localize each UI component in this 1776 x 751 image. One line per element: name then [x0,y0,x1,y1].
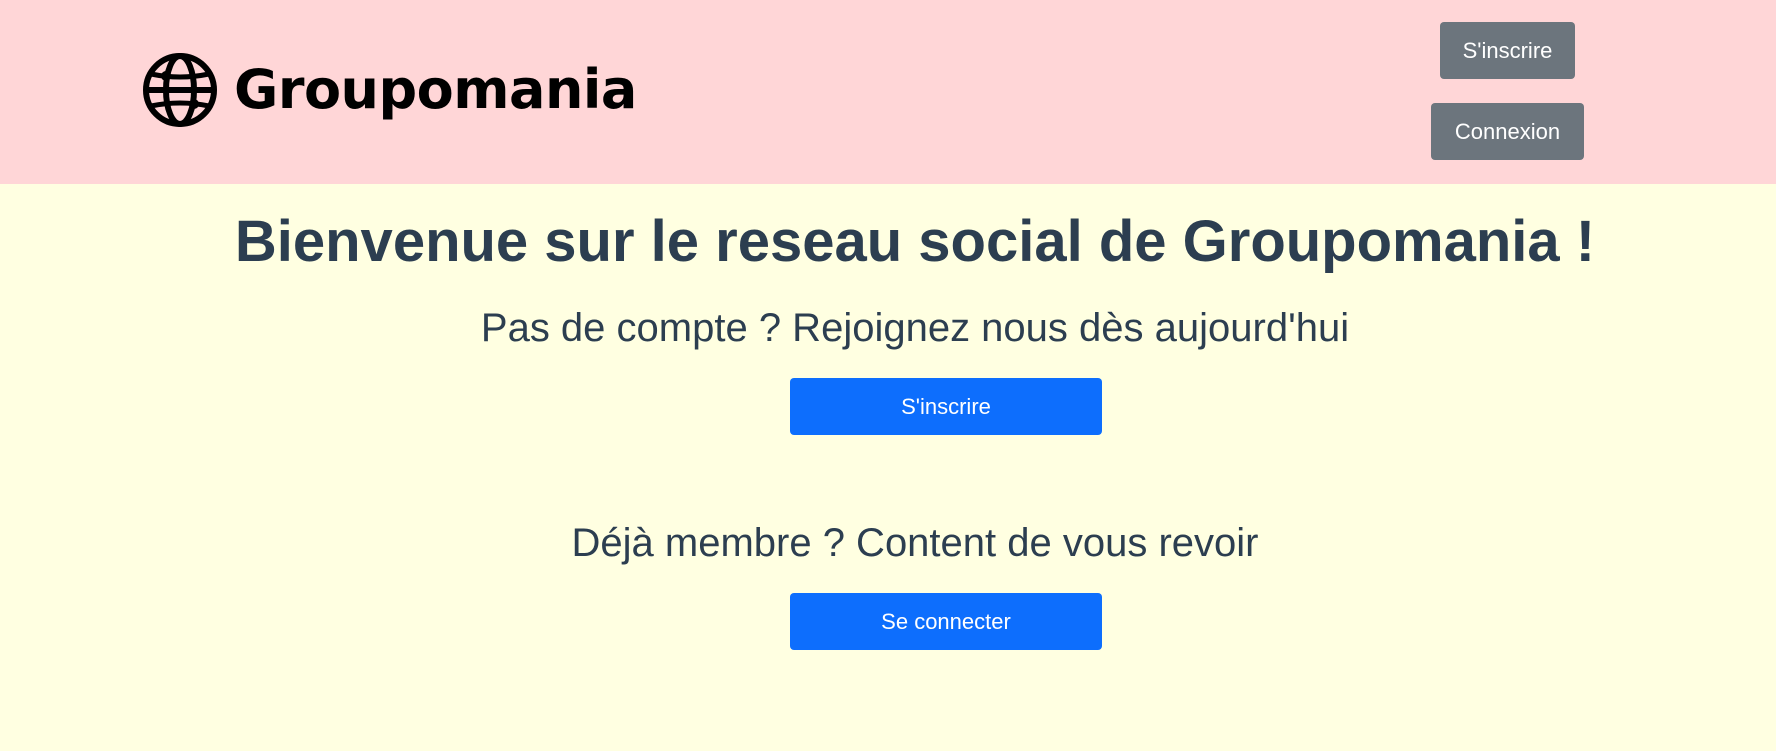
brand-name: Groupomania [234,58,637,121]
brand-logo[interactable]: Groupomania [142,52,637,128]
nav-login-button[interactable]: Connexion [1431,103,1584,160]
signup-prompt: Pas de compte ? Rejoignez nous dès aujou… [480,306,1350,350]
login-button[interactable]: Se connecter [790,593,1102,650]
site-header: Groupomania S'inscrire Connexion [0,0,1776,184]
signup-button[interactable]: S'inscrire [790,378,1102,435]
login-prompt: Déjà membre ? Content de vous revoir [571,521,1259,565]
main-content: Bienvenue sur le reseau social de Groupo… [0,184,1776,751]
nav-signup-button[interactable]: S'inscrire [1440,22,1575,79]
globe-icon [143,53,217,127]
welcome-title: Bienvenue sur le reseau social de Groupo… [234,209,1596,274]
